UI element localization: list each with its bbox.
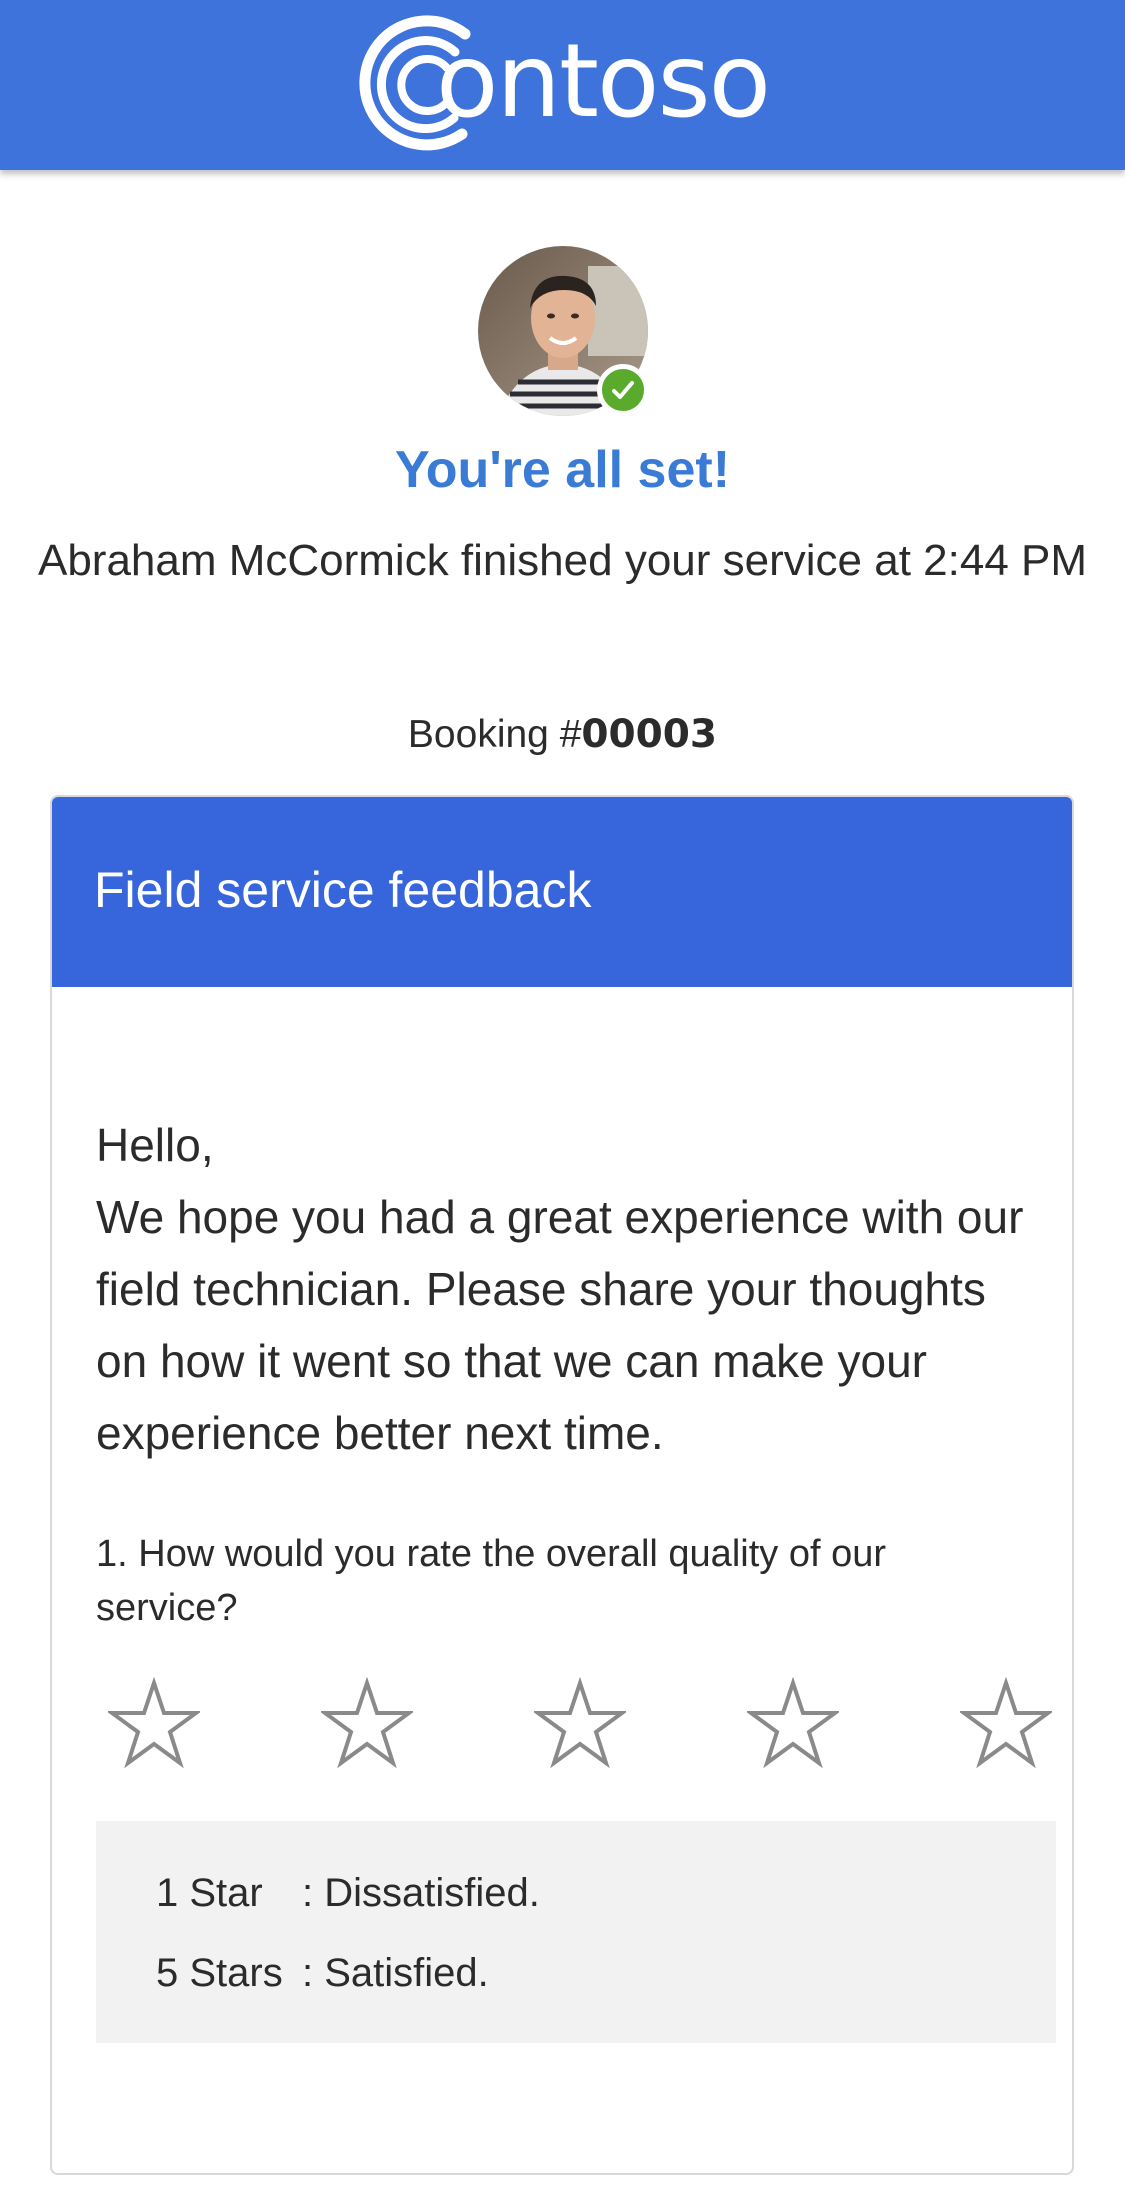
check-icon xyxy=(612,381,634,399)
star-3-icon[interactable] xyxy=(534,1677,626,1769)
verified-badge xyxy=(597,364,649,416)
booking-label: Booking # xyxy=(407,713,582,756)
intro-body: We hope you had a great experience with … xyxy=(96,1191,1024,1459)
rating-legend: 1 Star : Dissatisfied. 5 Stars : Satisfi… xyxy=(96,1821,1056,2043)
brand-name: ontoso xyxy=(436,22,771,141)
feedback-card-header: Field service feedback xyxy=(52,797,1072,987)
booking-id: 00003 xyxy=(581,712,718,757)
feedback-title: Field service feedback xyxy=(94,862,592,918)
page: ontoso You're all set! Abraham McCormick… xyxy=(0,0,1125,2206)
star-4-icon[interactable] xyxy=(747,1677,839,1769)
star-2-icon[interactable] xyxy=(321,1677,413,1769)
feedback-card: Field service feedback Hello, We hope yo… xyxy=(50,795,1074,2175)
confirmation-message: Abraham McCormick finished your service … xyxy=(37,536,1088,585)
legend-key: 1 Star xyxy=(156,1871,263,1915)
star-rating xyxy=(96,1677,1052,1777)
star-1-icon[interactable] xyxy=(108,1677,200,1769)
feedback-intro: Hello, We hope you had a great experienc… xyxy=(96,1109,1046,1469)
confirmation-title: You're all set! xyxy=(394,441,731,499)
app-header: ontoso xyxy=(0,0,1125,170)
legend-key: 5 Stars xyxy=(156,1951,283,1995)
rating-question: 1. How would you rate the overall qualit… xyxy=(96,1533,886,1629)
brand-logo: ontoso xyxy=(350,6,771,156)
legend-value: : Satisfied. xyxy=(302,1951,489,1995)
booking-number: Booking #00003 xyxy=(0,712,1125,757)
intro-greeting: Hello, xyxy=(96,1119,214,1171)
legend-value: : Dissatisfied. xyxy=(302,1871,540,1915)
star-5-icon[interactable] xyxy=(960,1677,1052,1769)
